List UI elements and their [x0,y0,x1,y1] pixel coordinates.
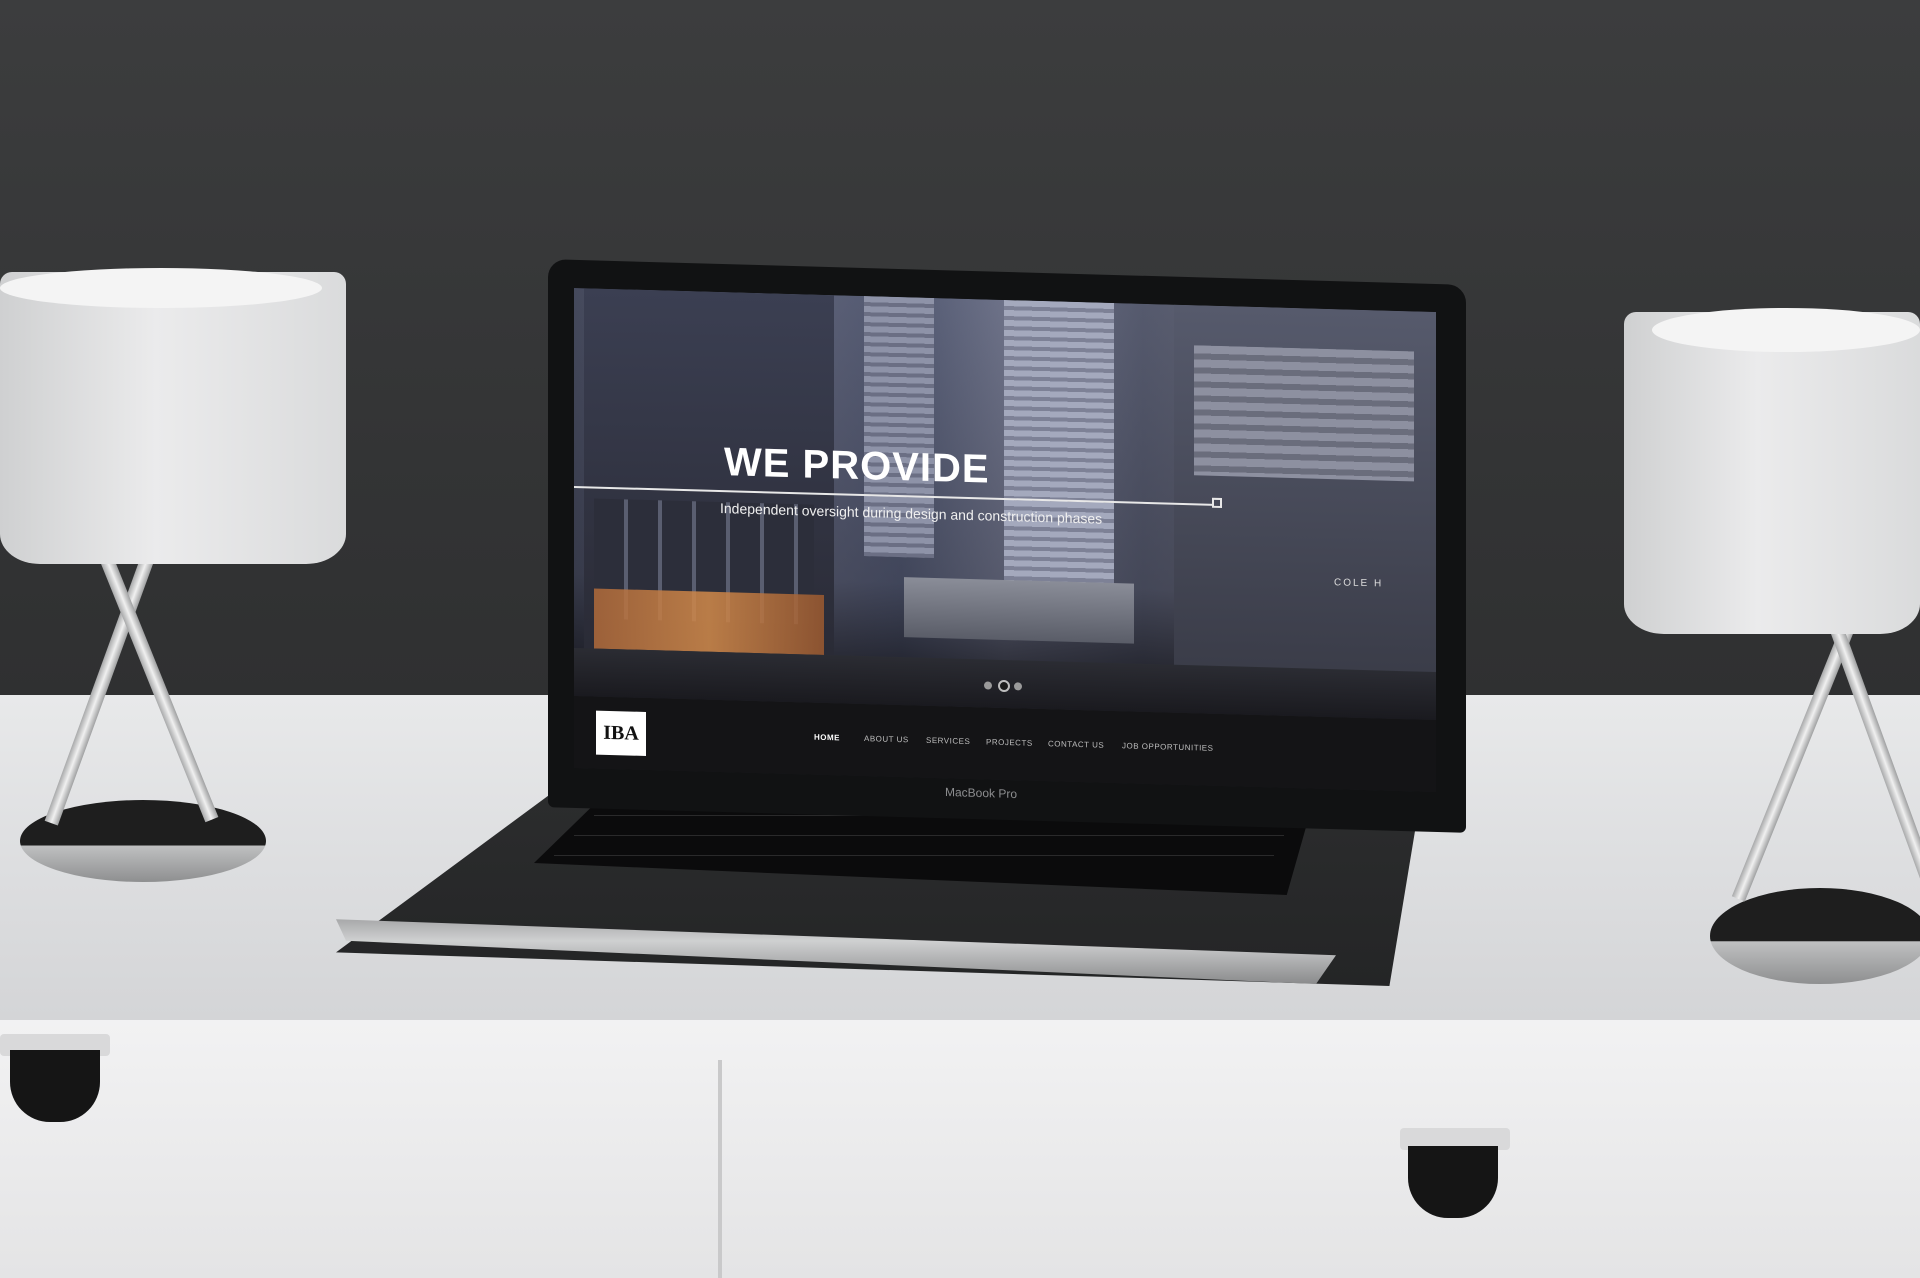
sky-bridge [904,577,1134,644]
nav-item-job-opportunities[interactable]: JOB OPPORTUNITIES [1122,741,1213,753]
storefront-lights [594,588,824,655]
nav-item-services[interactable]: SERVICES [926,736,970,746]
laptop-brand-label: MacBook Pro [945,784,1018,802]
lamp-shade-top-left [0,268,322,308]
nav-item-contact-us[interactable]: CONTACT US [1048,739,1104,750]
nav-item-about-us[interactable]: ABOUT US [864,734,909,744]
slider-dot[interactable] [1014,682,1022,691]
building-right-facade [1194,345,1414,482]
lamp-shade-right [1624,312,1920,634]
lamp-shade-top-right [1652,308,1920,352]
keyboard-row [574,835,1284,836]
drawer-divider [718,1060,722,1278]
nav-item-projects[interactable]: PROJECTS [986,737,1033,747]
laptop-screen: COLE H WE PROVIDE Independent oversight … [574,287,1436,793]
lamp-shade-left [0,272,346,564]
drawer-handle-right [1408,1146,1498,1218]
site-logo[interactable]: IBA [596,710,646,756]
hero-line-marker [1212,497,1222,509]
desk-front [0,1020,1920,1278]
drawer-handle-left [10,1050,100,1122]
tower-center [1004,299,1114,594]
slider-dot-active[interactable] [998,679,1010,693]
nav-item-home[interactable]: HOME [814,733,840,743]
hero-title: WE PROVIDE [724,440,990,492]
building-sign: COLE H [1334,577,1384,590]
keyboard-row [554,855,1274,856]
hero-slider: COLE H WE PROVIDE Independent oversight … [574,287,1436,721]
lamp-base-right [1710,888,1920,984]
slider-dot[interactable] [984,681,992,690]
